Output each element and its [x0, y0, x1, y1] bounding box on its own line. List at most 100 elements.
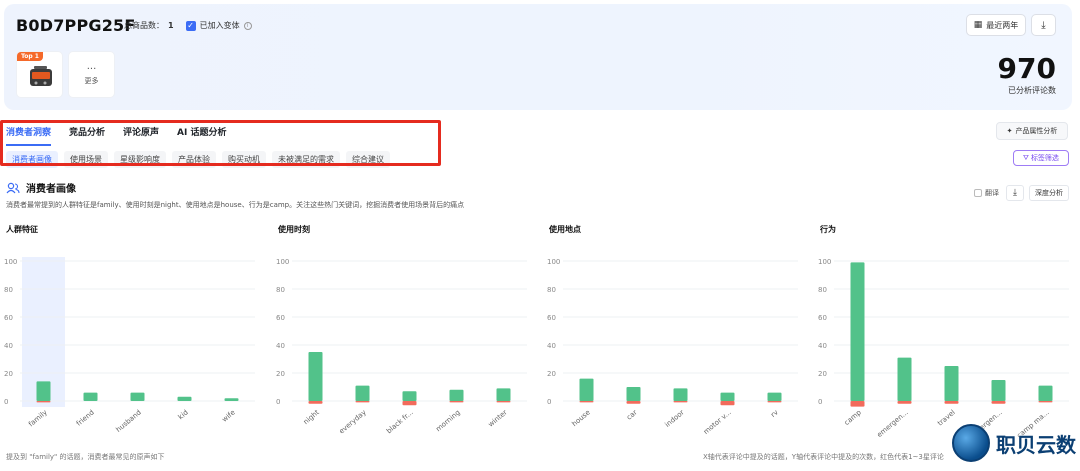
- x-tick-label: night: [302, 408, 321, 426]
- x-tick-label: wife: [221, 408, 237, 423]
- checkbox-icon: [974, 189, 982, 197]
- bar-negative: [355, 401, 370, 403]
- date-range-button[interactable]: ▦ 最近两年: [966, 14, 1026, 36]
- tag-filter-label: 标签筛选: [1030, 154, 1059, 162]
- bar-negative: [402, 401, 417, 406]
- x-tick-label: husband: [115, 408, 143, 434]
- chart-time: 0 20 40 60 80 100 night everyday black fr... morn…: [276, 258, 527, 436]
- bar-positive: [626, 387, 641, 401]
- x-tick-label: friend: [75, 408, 96, 427]
- chart-title-place: 使用地点: [549, 225, 581, 234]
- product-attribute-label: 产品属性分析: [1015, 127, 1058, 135]
- chart-behavior: 020406080100camp emergen... travel emergen.…: [818, 258, 1069, 440]
- highlight-box: [0, 120, 441, 166]
- watermark-logo-icon: [952, 424, 990, 462]
- y-tick-label: 100: [4, 258, 17, 266]
- y-tick-label: 100: [818, 258, 831, 266]
- review-count: 970: [997, 52, 1056, 85]
- download-icon: ⤓: [1013, 188, 1017, 198]
- bar-negative: [449, 401, 464, 403]
- bar-positive: [673, 388, 688, 401]
- product-thumbnail[interactable]: Top 1: [16, 51, 63, 98]
- y-tick-label: 100: [547, 258, 560, 266]
- footer-note: 提及到 "family" 的话题，消费者最常见的原声如下: [6, 453, 165, 461]
- x-tick-label: family: [27, 408, 49, 428]
- y-tick-label: 0: [276, 398, 280, 406]
- bar-positive: [850, 262, 865, 401]
- bar-positive: [224, 398, 239, 401]
- date-range-label: 最近两年: [986, 20, 1019, 30]
- tag-filter-button[interactable]: ⛛ 标签筛选: [1013, 150, 1069, 166]
- sparkle-icon: ✦: [1006, 127, 1013, 135]
- x-tick-label: morning: [434, 408, 461, 433]
- total-label: 总商品数：: [124, 21, 164, 30]
- bar-negative: [308, 401, 323, 404]
- y-tick-label: 20: [4, 370, 13, 378]
- x-tick-label: indoor: [664, 408, 686, 429]
- chart-title-time: 使用时刻: [278, 225, 310, 234]
- watermark: 职贝云数: [952, 424, 1076, 462]
- bar-positive: [897, 357, 912, 401]
- more-label: 更多: [84, 77, 99, 85]
- calendar-icon: ▦: [973, 20, 983, 30]
- bar-positive: [83, 392, 98, 401]
- bar-positive: [767, 392, 782, 401]
- variant-label: 已加入变体: [199, 21, 240, 30]
- bar-negative: [944, 401, 959, 404]
- bar-negative: [720, 401, 735, 406]
- bar-positive: [449, 389, 464, 401]
- y-tick-label: 60: [276, 314, 285, 322]
- y-tick-label: 40: [547, 342, 556, 350]
- chart-title-persona: 人群特征: [6, 225, 38, 234]
- bar-positive: [177, 396, 192, 401]
- y-tick-label: 100: [276, 258, 289, 266]
- translate-toggle[interactable]: 翻译: [974, 188, 999, 198]
- footer-legend-note: X轴代表评论中提及的话题，Y轴代表评论中提及的次数，红色代表1~3星评论: [703, 453, 944, 461]
- bar-positive: [991, 380, 1006, 401]
- y-tick-label: 20: [547, 370, 556, 378]
- total-value: 1: [168, 21, 174, 30]
- x-tick-label: house: [570, 408, 591, 428]
- deep-analysis-label: 深度分析: [1035, 189, 1063, 197]
- download-button[interactable]: ⤓: [1031, 14, 1056, 36]
- translate-label: 翻译: [985, 189, 999, 197]
- bar-negative: [1038, 401, 1053, 403]
- watermark-text: 职贝云数: [996, 432, 1076, 457]
- chart-title-behavior: 行为: [820, 225, 836, 234]
- more-products-button[interactable]: ··· 更多: [68, 51, 115, 98]
- y-tick-label: 0: [4, 398, 8, 406]
- checkbox-checked-icon[interactable]: ✓: [185, 20, 196, 31]
- y-tick-label: 60: [4, 314, 13, 322]
- bar-positive: [1038, 385, 1053, 401]
- y-tick-label: 20: [276, 370, 285, 378]
- bar-positive: [402, 391, 417, 401]
- bar-negative: [579, 401, 594, 403]
- deep-analysis-button[interactable]: 深度分析: [1029, 185, 1069, 201]
- y-tick-label: 40: [276, 342, 285, 350]
- bar-negative: [673, 401, 688, 403]
- more-dots-icon: ···: [86, 64, 97, 75]
- top-badge: Top 1: [17, 52, 43, 61]
- y-tick-label: 20: [818, 370, 827, 378]
- chart-persona: 0 20 40 60 80 100 family friend husband kid wife: [4, 257, 255, 434]
- bar-negative: [496, 401, 511, 403]
- x-tick-label: rv: [769, 408, 780, 419]
- bar-positive: [36, 381, 51, 401]
- x-tick-label: camp: [843, 408, 863, 427]
- section-header: 消费者画像: [6, 180, 76, 195]
- asin-title: B0D7PPG25F: [16, 16, 136, 35]
- filter-icon: ⛛: [1023, 153, 1029, 162]
- info-icon[interactable]: i: [243, 21, 252, 30]
- bar-negative: [897, 401, 912, 404]
- y-tick-label: 80: [276, 286, 285, 294]
- bar-negative: [991, 401, 1006, 404]
- y-tick-label: 80: [4, 286, 13, 294]
- x-tick-label: black fr...: [385, 408, 415, 435]
- product-attribute-button[interactable]: ✦ 产品属性分析: [996, 122, 1068, 140]
- bar-positive: [579, 378, 594, 401]
- section-download-button[interactable]: ⤓: [1006, 185, 1024, 201]
- bar-positive: [355, 385, 370, 401]
- y-tick-label: 60: [818, 314, 827, 322]
- section-description: 消费者最常提到的人群特征是family、使用时刻是night、使用地点是hous…: [6, 201, 465, 209]
- x-tick-label: winter: [487, 408, 509, 428]
